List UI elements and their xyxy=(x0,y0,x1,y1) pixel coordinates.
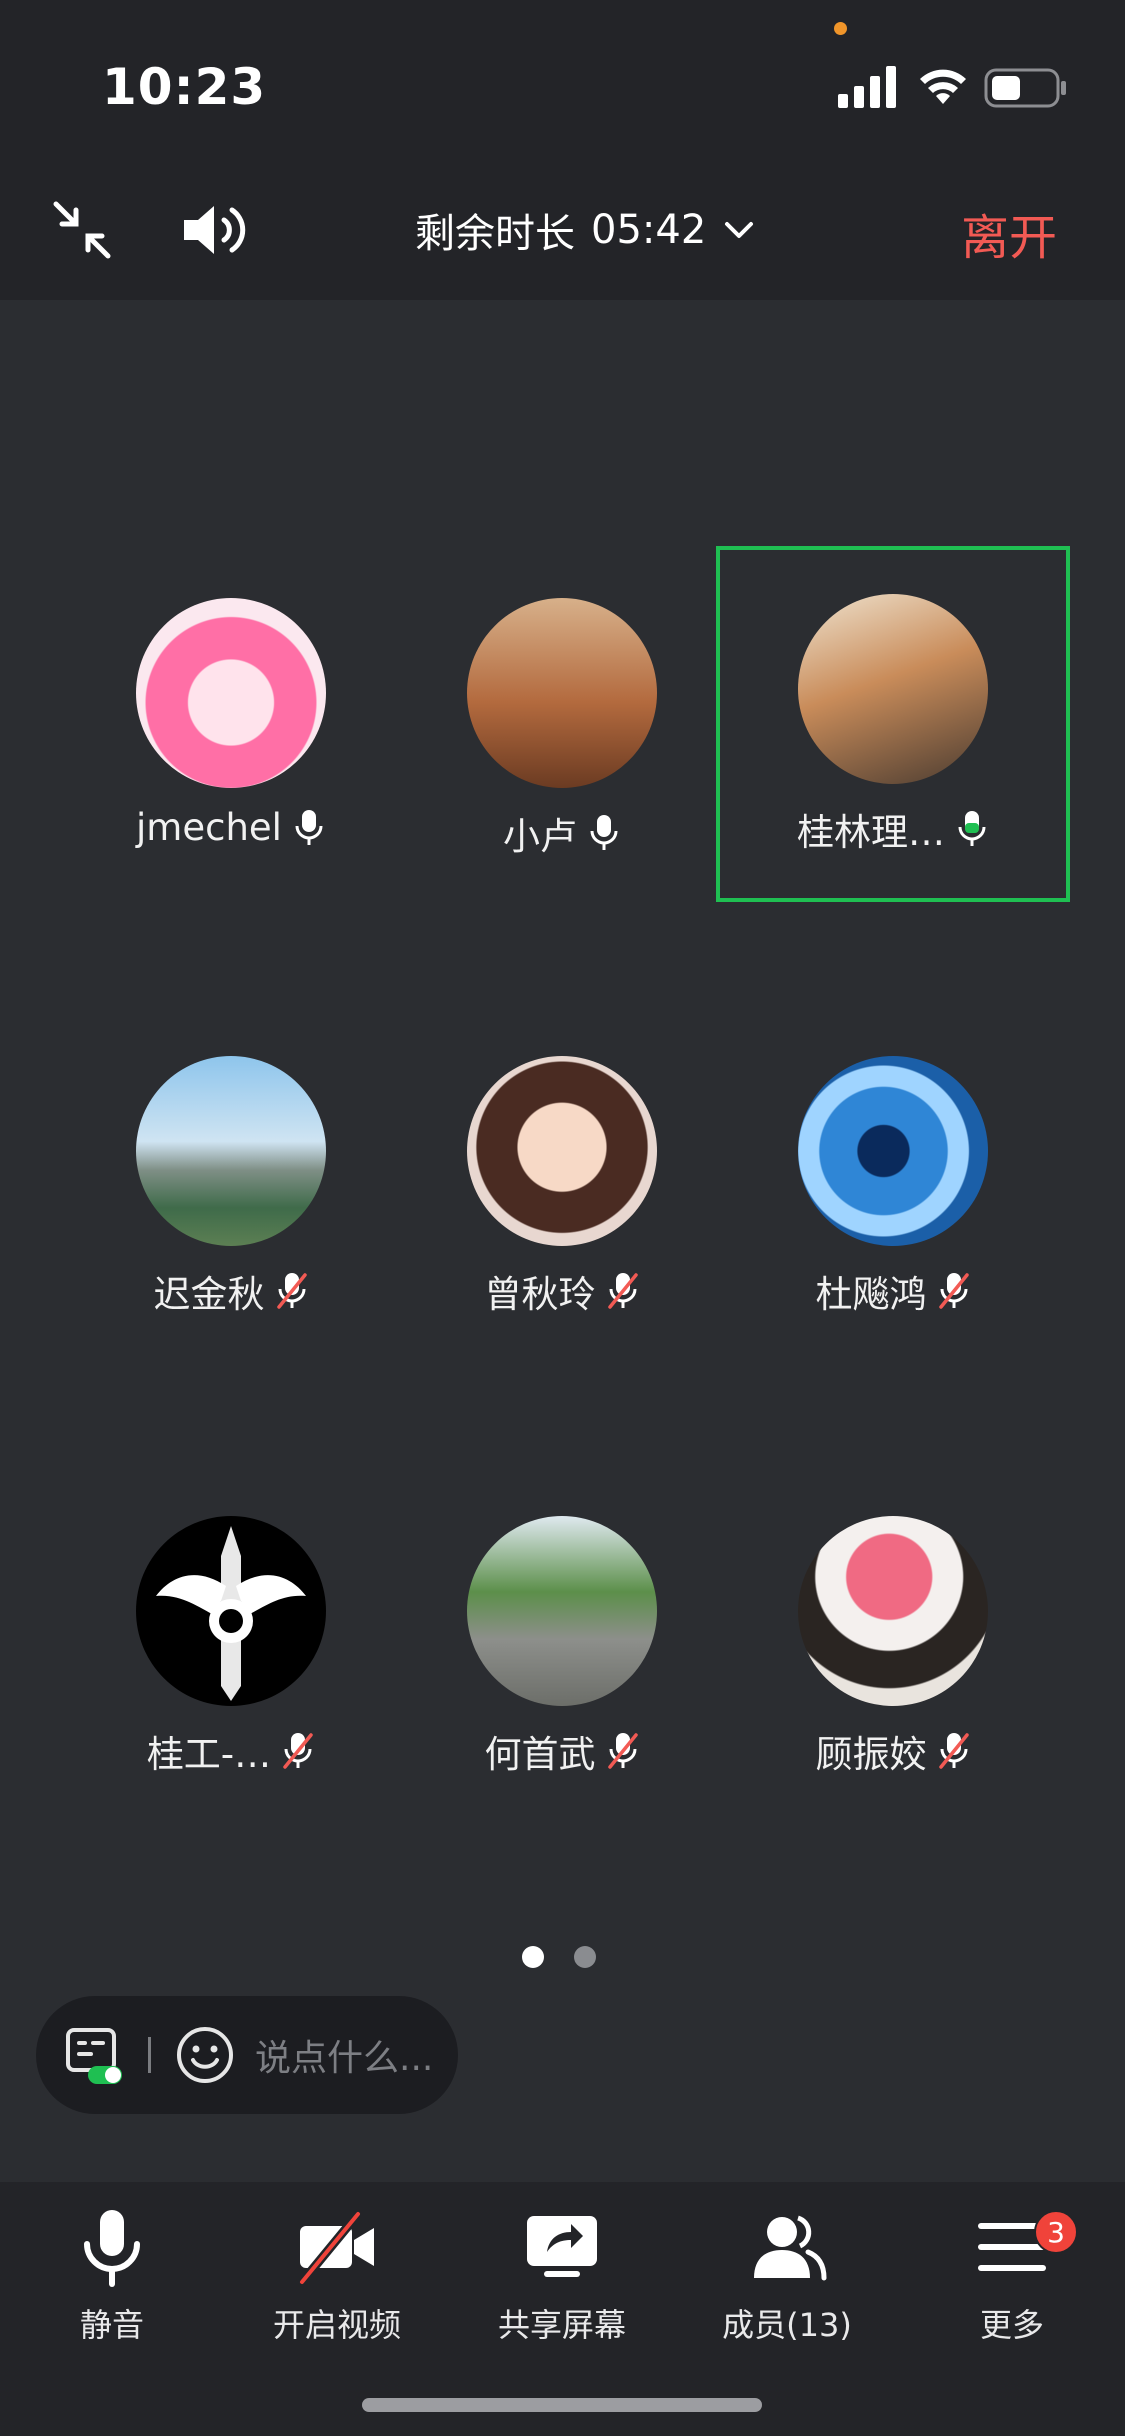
wifi-icon xyxy=(920,69,966,104)
participant-name: 曾秋玲 xyxy=(484,1273,596,1316)
participant-name: 桂工-… xyxy=(146,1733,272,1776)
avatar xyxy=(798,1516,988,1706)
leave-button[interactable]: 离开 xyxy=(961,198,1057,268)
emoji-icon[interactable] xyxy=(175,2025,235,2085)
timer-value: 05:42 xyxy=(591,207,707,253)
page-indicator xyxy=(522,1946,596,1968)
chevron-down-icon xyxy=(725,222,754,238)
page-dot[interactable] xyxy=(574,1946,596,1968)
chat-divider xyxy=(148,2037,151,2073)
more-label: 更多 xyxy=(979,2306,1044,2344)
members-icon xyxy=(754,2215,827,2281)
participant-name: 小卢 xyxy=(503,815,577,858)
notification-badge: 3 xyxy=(1034,2210,1078,2254)
participant-tile[interactable]: 杜飚鸿 xyxy=(728,1008,1058,1358)
avatar xyxy=(467,598,657,788)
privacy-indicator-dot xyxy=(834,22,847,35)
mic-speaking-icon xyxy=(958,811,986,846)
avatar xyxy=(798,1056,988,1246)
microphone-icon xyxy=(84,2210,140,2287)
participant-tile[interactable]: 何首武 xyxy=(397,1468,727,1818)
participant-tile-active-speaker[interactable]: 桂林理… xyxy=(716,546,1070,902)
participant-name: 迟金秋 xyxy=(153,1273,265,1316)
start-video-label: 开启视频 xyxy=(272,2306,401,2344)
mute-label: 静音 xyxy=(79,2306,144,2344)
mic-icon xyxy=(590,815,618,850)
top-area: 10:23 剩余时长 05:42 离开 xyxy=(0,0,1125,300)
participant-name: 杜飚鸿 xyxy=(815,1273,927,1316)
timer-label: 剩余时长 xyxy=(415,211,575,257)
status-time: 10:23 xyxy=(102,58,267,116)
chat-input-bar[interactable]: 说点什么... xyxy=(36,1996,458,2114)
remaining-time-dropdown[interactable]: 剩余时长 05:42 xyxy=(415,200,756,260)
video-off-icon xyxy=(298,2211,374,2285)
mic-muted-icon xyxy=(607,1733,638,1769)
mic-muted-icon xyxy=(276,1273,307,1309)
members-button[interactable]: 成员(13) xyxy=(687,2202,887,2346)
more-button[interactable]: 3 更多 xyxy=(912,2202,1112,2346)
mute-button[interactable]: 静音 xyxy=(12,2202,212,2346)
shrink-window-icon[interactable] xyxy=(50,198,114,262)
dragon-emblem-icon xyxy=(156,1526,306,1701)
participant-tile[interactable]: 顾振姣 xyxy=(728,1468,1058,1818)
avatar xyxy=(136,598,326,788)
members-label: 成员(13) xyxy=(722,2306,852,2344)
mic-icon xyxy=(295,809,323,845)
participant-name: 顾振姣 xyxy=(815,1733,927,1776)
avatar xyxy=(467,1516,657,1706)
chat-placeholder[interactable]: 说点什么... xyxy=(255,2029,433,2081)
participant-tile[interactable]: 桂工-… xyxy=(66,1468,396,1818)
participant-tile[interactable]: 迟金秋 xyxy=(66,1008,396,1358)
avatar xyxy=(136,1516,326,1706)
participant-name: 桂林理… xyxy=(797,811,945,854)
participant-tile[interactable]: 小卢 xyxy=(397,550,727,900)
mic-muted-icon xyxy=(283,1733,313,1769)
speaker-icon[interactable] xyxy=(180,198,250,262)
participant-tile[interactable]: 曾秋玲 xyxy=(397,1008,727,1358)
home-indicator[interactable] xyxy=(362,2398,762,2412)
share-screen-button[interactable]: 共享屏幕 xyxy=(462,2202,662,2346)
share-screen-icon xyxy=(527,2216,597,2277)
battery-icon xyxy=(984,68,1066,108)
start-video-button[interactable]: 开启视频 xyxy=(237,2202,437,2346)
page-dot-active[interactable] xyxy=(522,1946,544,1968)
avatar xyxy=(798,594,988,784)
avatar xyxy=(467,1056,657,1246)
caption-toggle-icon[interactable] xyxy=(64,2024,126,2086)
avatar xyxy=(136,1056,326,1246)
mic-muted-icon xyxy=(938,1733,969,1769)
signal-icon xyxy=(838,66,896,108)
participant-name: jmechel xyxy=(136,806,282,849)
participant-name: 何首武 xyxy=(484,1733,596,1776)
participant-tile[interactable]: jmechel xyxy=(66,550,396,900)
mic-muted-icon xyxy=(607,1273,638,1309)
share-screen-label: 共享屏幕 xyxy=(497,2306,626,2344)
mic-muted-icon xyxy=(938,1273,969,1309)
